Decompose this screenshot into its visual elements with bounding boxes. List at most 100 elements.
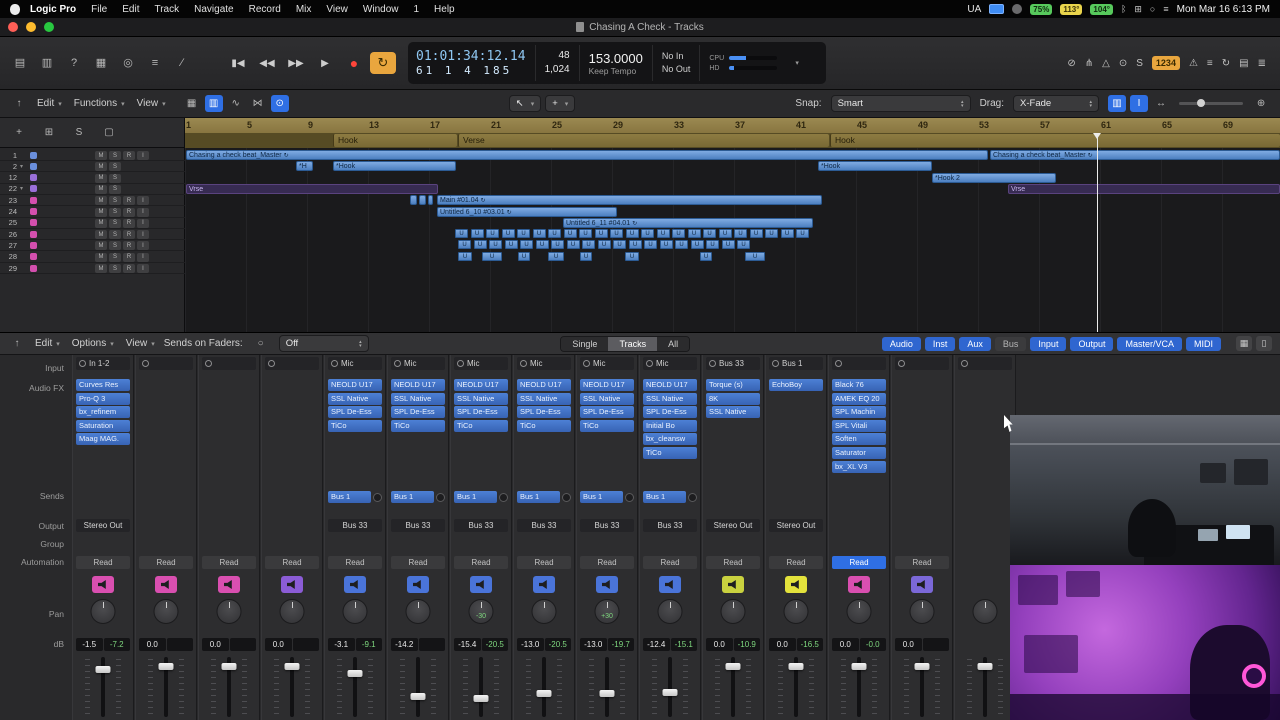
track-header-row[interactable]: 24 M S R I: [0, 207, 185, 218]
minimize-window-button[interactable]: [26, 22, 36, 32]
track-speaker-icon[interactable]: [281, 576, 303, 593]
region[interactable]: *Hook: [333, 161, 456, 172]
output-slot[interactable]: Bus 33: [391, 519, 445, 532]
output-slot[interactable]: [895, 519, 949, 532]
hide-tracks-button[interactable]: ▢: [100, 124, 118, 141]
pan-knob[interactable]: [972, 599, 998, 624]
region[interactable]: U: [548, 229, 561, 239]
track-record-enable-button[interactable]: R: [123, 151, 135, 160]
arrange-area[interactable]: Chasing a check beat_Master ↻ Chasing a ch…: [185, 148, 1280, 332]
pan-knob[interactable]: [153, 599, 179, 624]
automation-mode-button[interactable]: Read: [76, 556, 130, 569]
automation-mode-button[interactable]: Read: [832, 556, 886, 569]
audio-fx-slot[interactable]: SPL De-Ess: [391, 406, 445, 419]
region[interactable]: U: [703, 229, 716, 239]
pan-knob[interactable]: -30: [468, 599, 494, 624]
track-input-monitor-button[interactable]: I: [137, 241, 149, 251]
play-button[interactable]: ▶: [312, 52, 338, 74]
region-inspector-icon[interactable]: ▥: [204, 95, 223, 112]
volume-fader[interactable]: [829, 657, 889, 717]
track-mute-button[interactable]: M: [95, 252, 107, 262]
toolbar-menu-functions[interactable]: Functions ▾: [74, 98, 125, 109]
region[interactable]: U: [734, 229, 747, 239]
track-header-row[interactable]: 29 M S R I: [0, 263, 185, 274]
arrangement-marker[interactable]: Hook: [830, 134, 1280, 147]
menubar-item-record[interactable]: Record: [249, 4, 281, 15]
audio-fx-slot[interactable]: Maag MAG.: [76, 433, 130, 446]
strip-columns-icon[interactable]: ▦: [1236, 336, 1252, 351]
volume-value[interactable]: -13.0: [517, 638, 544, 651]
track-header-row[interactable]: 27 M S R I: [0, 240, 185, 252]
volume-fader[interactable]: [325, 657, 385, 717]
channel-input-device[interactable]: Mic: [391, 357, 445, 370]
track-mute-button[interactable]: M: [95, 173, 107, 183]
audio-fx-slot[interactable]: AMEK EQ 20: [832, 392, 886, 405]
grid-icon[interactable]: ▦: [183, 95, 201, 112]
inspector-icon[interactable]: ▥: [37, 54, 57, 72]
track-input-monitor-button[interactable]: I: [137, 207, 149, 217]
output-slot[interactable]: Bus 33: [643, 519, 697, 532]
automation-mode-button[interactable]: Read: [769, 556, 823, 569]
audio-fx-slot[interactable]: 8K: [706, 392, 760, 405]
command-tool-menu[interactable]: + ▾: [545, 95, 576, 112]
audio-fx-slot[interactable]: Curves Res: [76, 379, 130, 391]
region[interactable]: U: [504, 240, 518, 250]
fader-handle[interactable]: [725, 663, 741, 670]
pan-knob[interactable]: [846, 599, 872, 624]
browsers-icon[interactable]: ▤: [1239, 58, 1248, 69]
mixer-menu-edit[interactable]: Edit ▾: [35, 338, 60, 349]
track-record-enable-button[interactable]: R: [123, 230, 135, 240]
zoom-fit-button[interactable]: ↔: [1152, 95, 1170, 112]
track-input-monitor-button[interactable]: I: [137, 218, 149, 228]
bar-ruler[interactable]: 1 5 9 13 17 21 25 29 33 37 41 45 49 53 57 61 65 69 Hook Ve…: [185, 118, 1280, 148]
automation-mode-button[interactable]: Read: [328, 556, 382, 569]
fader-handle[interactable]: [347, 669, 363, 677]
track-speaker-icon[interactable]: [659, 576, 681, 593]
track-mute-button[interactable]: M: [95, 230, 107, 240]
track-input-monitor-button[interactable]: I: [137, 264, 149, 273]
track-header-row[interactable]: 25 M S R I: [0, 218, 185, 229]
fader-handle[interactable]: [662, 689, 678, 697]
region[interactable]: U: [625, 229, 639, 239]
channel-input-device[interactable]: Bus 1: [769, 357, 823, 370]
pan-knob[interactable]: [783, 599, 809, 624]
automation-mode-button[interactable]: Read: [643, 556, 697, 569]
audio-fx-slot[interactable]: Black 76: [832, 379, 886, 391]
volume-fader[interactable]: [514, 657, 574, 717]
editors-icon[interactable]: ∕: [172, 54, 192, 72]
region[interactable]: U: [737, 240, 750, 250]
track-mute-button[interactable]: M: [95, 218, 107, 228]
track-speaker-icon[interactable]: [92, 576, 114, 593]
filter-inst-button[interactable]: Inst: [924, 336, 956, 351]
waveform-zoom-button[interactable]: ▥: [1108, 95, 1127, 112]
volume-fader[interactable]: [136, 657, 196, 717]
output-slot[interactable]: [202, 519, 256, 532]
global-solo-button[interactable]: S: [70, 124, 88, 141]
channel-input-device[interactable]: [139, 357, 193, 370]
volume-value[interactable]: -1.5: [76, 638, 103, 651]
track-solo-button[interactable]: S: [109, 162, 121, 172]
fader-handle[interactable]: [95, 666, 111, 674]
add-track-button[interactable]: +: [10, 124, 28, 141]
volume-value[interactable]: -13.0: [580, 638, 607, 651]
go-to-beginning-button[interactable]: ▮◀: [225, 52, 251, 74]
audio-fx-slot[interactable]: NEOLD U17: [454, 379, 508, 391]
send-level-knob[interactable]: [625, 492, 634, 502]
track-solo-button[interactable]: S: [109, 241, 121, 251]
region[interactable]: Chasing a check beat_Master ↻: [186, 150, 988, 160]
audio-fx-slot[interactable]: TiCo: [454, 419, 508, 432]
region[interactable]: U: [532, 229, 546, 239]
rewind-button[interactable]: ◀◀: [254, 52, 280, 74]
alert-icon[interactable]: ⚠: [1189, 58, 1198, 69]
track-record-enable-button[interactable]: R: [123, 241, 135, 251]
region[interactable]: U: [489, 240, 502, 250]
track-speaker-icon[interactable]: [533, 576, 555, 593]
filter-input-button[interactable]: Input: [1030, 336, 1067, 351]
pan-knob[interactable]: [909, 599, 935, 624]
track-record-enable-button[interactable]: R: [123, 264, 135, 273]
fader-handle[interactable]: [284, 663, 300, 670]
region[interactable]: U: [566, 240, 580, 250]
track-mute-button[interactable]: M: [95, 241, 107, 251]
track-speaker-icon[interactable]: [155, 576, 177, 593]
region[interactable]: Vrse: [186, 183, 438, 194]
